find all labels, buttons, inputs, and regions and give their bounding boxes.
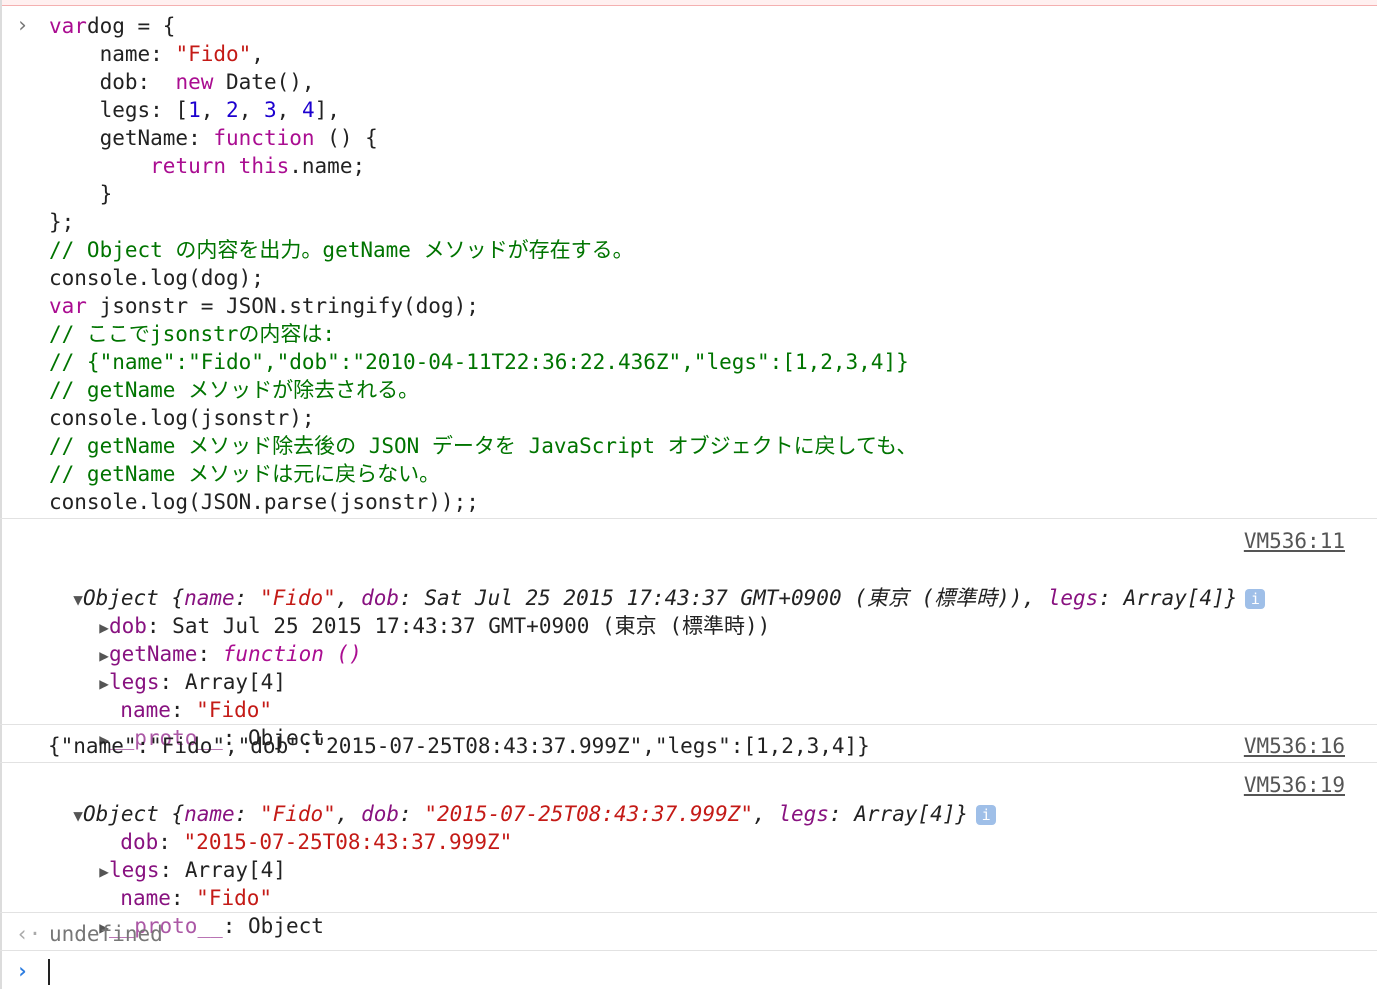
code-line: getName: function () {: [49, 124, 378, 152]
object-summary[interactable]: ▼Object {name: "Fido", dob: Sat Jul 25 2…: [48, 556, 1265, 584]
code-line: }: [49, 180, 112, 208]
return-arrow-icon: ‹·: [16, 920, 36, 948]
source-link[interactable]: VM536:16: [1244, 732, 1345, 760]
info-icon[interactable]: i: [976, 805, 996, 825]
message-separator: [0, 912, 1377, 913]
code-line: return this.name;: [49, 152, 365, 180]
code-line: console.log(dog);: [49, 264, 264, 292]
message-separator: [0, 518, 1377, 519]
chevron-right-icon: ›: [16, 957, 36, 985]
code-line: var jsonstr = JSON.stringify(dog);: [49, 292, 479, 320]
message-separator: [0, 950, 1377, 951]
message-separator: [0, 762, 1377, 763]
property-row[interactable]: ▶getName: function (): [74, 612, 362, 640]
code-line: // getName メソッドが除去される。: [49, 376, 419, 404]
source-link[interactable]: VM536:11: [1244, 527, 1345, 555]
property-row: dob: "2015-07-25T08:43:37.999Z": [95, 800, 512, 828]
error-bar: [0, 0, 1377, 6]
code-line: // {"name":"Fido","dob":"2010-04-11T22:3…: [49, 348, 909, 376]
message-separator: [0, 724, 1377, 725]
code-line: };: [49, 208, 74, 236]
code-line: // ここでjsonstrの内容は:: [49, 320, 335, 348]
code-line: name: "Fido",: [49, 40, 264, 68]
console-prompt-input[interactable]: [48, 957, 50, 985]
code-line: // Object の内容を出力。getName メソッドが存在する。: [49, 236, 634, 264]
code-line: console.log(jsonstr);: [49, 404, 315, 432]
code-line: console.log(JSON.parse(jsonstr));;: [49, 488, 479, 516]
property-row[interactable]: ▶legs: Array[4]: [74, 828, 286, 856]
log-string: {"name":"Fido","dob":"2015-07-25T08:43:3…: [48, 732, 870, 760]
property-row[interactable]: ▶__proto__: Object: [74, 696, 324, 724]
code-line: dob: new Date(),: [49, 68, 315, 96]
triangle-down-icon[interactable]: ▼: [73, 806, 83, 825]
property-row[interactable]: ▶legs: Array[4]: [74, 640, 286, 668]
object-summary[interactable]: ▼Object {name: "Fido", dob: "2015-07-25T…: [48, 772, 996, 800]
source-link[interactable]: VM536:19: [1244, 771, 1345, 799]
property-row: name: "Fido": [95, 668, 272, 696]
code-line: // getName メソッド除去後の JSON データを JavaScript…: [49, 432, 917, 460]
text-caret: [48, 959, 50, 985]
code-line: vardog = {: [49, 12, 175, 40]
property-row[interactable]: ▶__proto__: Object: [74, 884, 324, 912]
console-left-border: [0, 0, 2, 989]
return-value: undefined: [49, 920, 163, 948]
code-line: legs: [1, 2, 3, 4],: [49, 96, 340, 124]
property-row: name: "Fido": [95, 856, 272, 884]
property-row[interactable]: ▶dob: Sat Jul 25 2015 17:43:37 GMT+0900 …: [74, 584, 770, 612]
chevron-right-icon: ›: [16, 11, 36, 39]
code-line: // getName メソッドは元に戻らない。: [49, 460, 440, 488]
info-icon[interactable]: i: [1245, 589, 1265, 609]
